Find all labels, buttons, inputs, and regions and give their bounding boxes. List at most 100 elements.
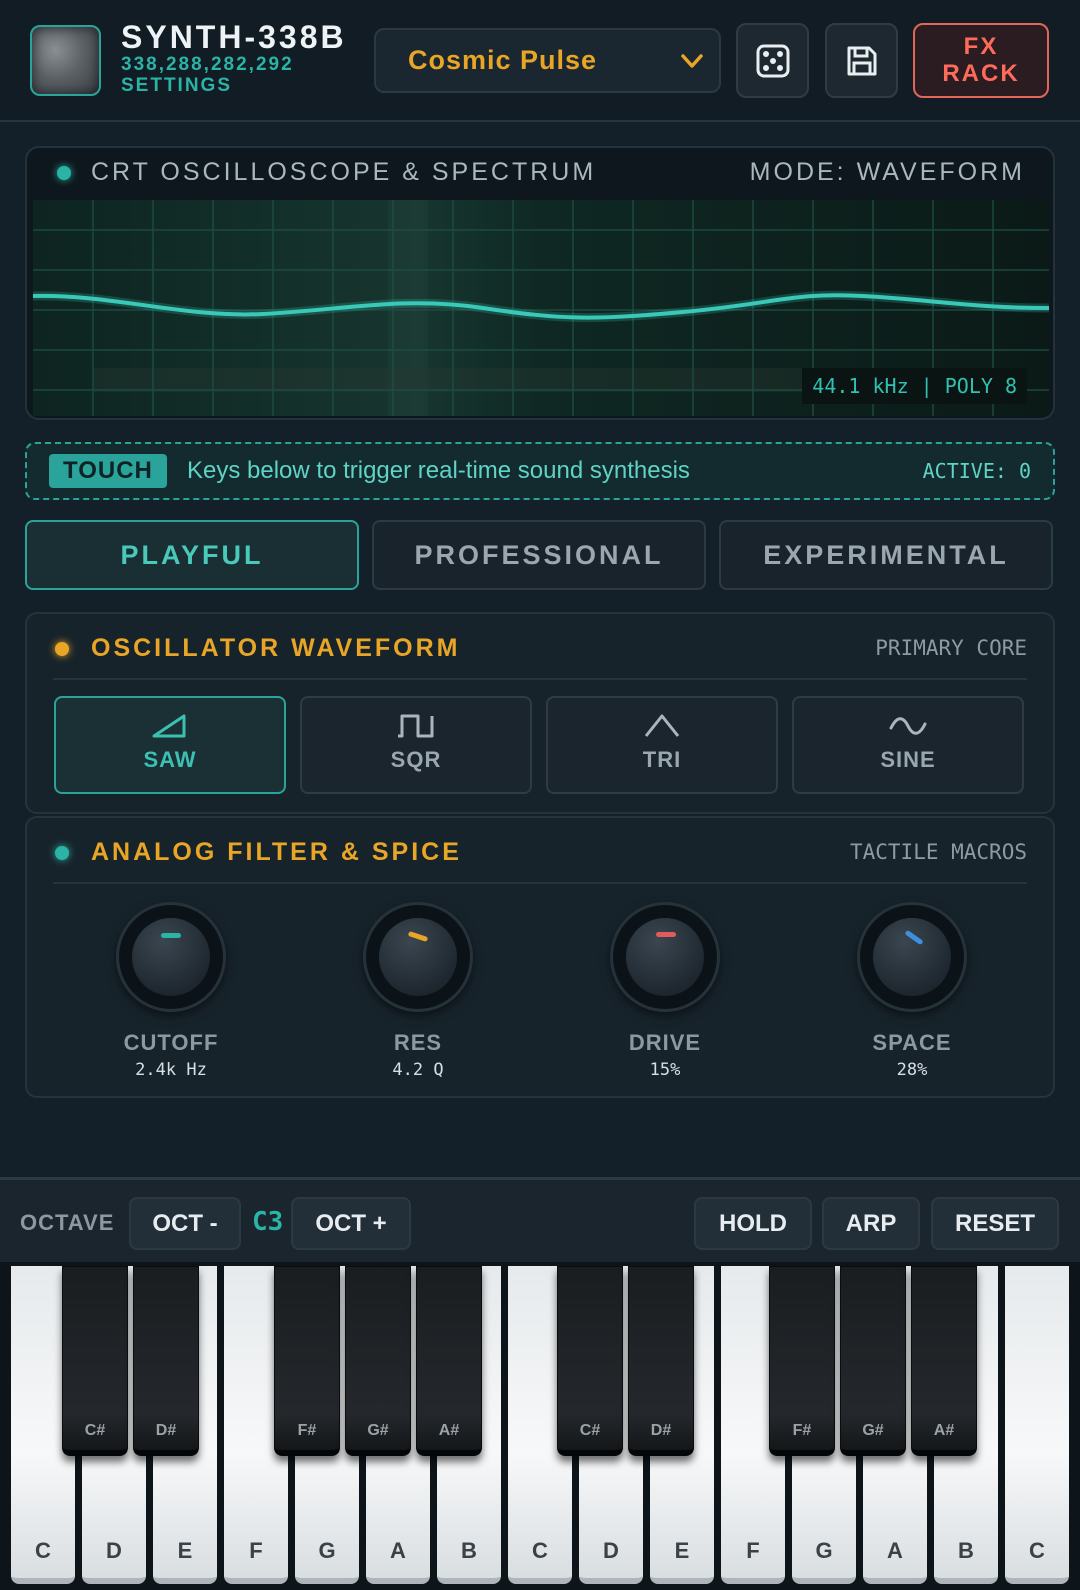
wave-triangle-button[interactable]: TRI bbox=[546, 696, 778, 794]
res-label: RES bbox=[393, 1030, 443, 1055]
key-label: G bbox=[318, 1538, 336, 1563]
key-label: E bbox=[674, 1538, 690, 1563]
top-bar: SYNTH-338B 338,288,282,292 SETTINGS Cosm… bbox=[0, 0, 1080, 122]
white-key[interactable]: C bbox=[1005, 1266, 1069, 1584]
cutoff-label: CUTOFF bbox=[123, 1030, 219, 1055]
fx-rack-label-line1: FX bbox=[963, 33, 999, 60]
space-value: 28% bbox=[896, 1060, 928, 1080]
wave-saw-button[interactable]: SAW bbox=[54, 696, 286, 794]
arp-button[interactable]: ARP bbox=[822, 1197, 920, 1250]
key-label: G# bbox=[367, 1422, 389, 1439]
key-label: F bbox=[249, 1538, 263, 1563]
oscilloscope-screen[interactable]: 44.1 kHz | POLY 8 bbox=[33, 200, 1049, 416]
key-label: C bbox=[532, 1538, 548, 1563]
key-label: G# bbox=[862, 1422, 884, 1439]
scope-mode-label[interactable]: MODE: WAVEFORM bbox=[750, 158, 1025, 187]
oscilloscope-panel: CRT OSCILLOSCOPE & SPECTRUM MODE: WAVEFO… bbox=[25, 146, 1055, 420]
key-label: E bbox=[177, 1538, 193, 1563]
key-label: F bbox=[746, 1538, 760, 1563]
knob-indicator bbox=[656, 932, 676, 937]
key-label: D# bbox=[155, 1422, 177, 1439]
key-label: G bbox=[815, 1538, 833, 1563]
sample-rate-readout: 44.1 kHz | POLY 8 bbox=[802, 368, 1027, 404]
octave-label: OCTAVE bbox=[20, 1210, 115, 1235]
key-label: A# bbox=[438, 1422, 460, 1439]
dice-icon bbox=[756, 44, 789, 77]
app-serial: 338,288,282,292 bbox=[121, 54, 294, 75]
oscillator-panel: OSCILLATOR WAVEFORM PRIMARY CORE SAW SQR… bbox=[25, 612, 1055, 814]
key-label: D bbox=[106, 1538, 122, 1563]
triangle-wave-icon bbox=[644, 714, 680, 737]
key-label: A# bbox=[933, 1422, 955, 1439]
black-key[interactable]: F# bbox=[769, 1266, 835, 1456]
wave-saw-label: SAW bbox=[143, 747, 197, 772]
key-label: F# bbox=[792, 1422, 812, 1439]
preset-select[interactable]: Cosmic Pulse bbox=[374, 28, 721, 93]
save-button[interactable] bbox=[825, 23, 898, 98]
brand-block: SYNTH-338B 338,288,282,292 SETTINGS bbox=[121, 20, 347, 96]
wave-sine-button[interactable]: SINE bbox=[792, 696, 1024, 794]
black-key[interactable]: D# bbox=[628, 1266, 694, 1456]
save-icon bbox=[847, 46, 876, 75]
fx-rack-button[interactable]: FX RACK bbox=[913, 23, 1049, 98]
hold-button[interactable]: HOLD bbox=[694, 1197, 812, 1250]
octave-up-button[interactable]: OCT + bbox=[291, 1197, 411, 1250]
preset-value: Cosmic Pulse bbox=[408, 45, 598, 75]
wave-square-label: SQR bbox=[390, 747, 442, 772]
settings-link[interactable]: SETTINGS bbox=[121, 75, 347, 96]
divider bbox=[53, 882, 1027, 884]
key-label: C bbox=[1029, 1538, 1045, 1563]
app-title: SYNTH-338B bbox=[121, 19, 347, 55]
cutoff-value: 2.4k Hz bbox=[135, 1060, 207, 1080]
drive-knob[interactable] bbox=[610, 902, 720, 1012]
black-key[interactable]: C# bbox=[557, 1266, 623, 1456]
tab-professional[interactable]: PROFESSIONAL bbox=[372, 520, 706, 590]
randomize-button[interactable] bbox=[736, 23, 809, 98]
oscillator-led bbox=[55, 642, 69, 656]
avatar[interactable] bbox=[30, 25, 101, 96]
octave-down-button[interactable]: OCT - bbox=[129, 1197, 241, 1250]
key-label: D bbox=[603, 1538, 619, 1563]
cutoff-knob[interactable] bbox=[116, 902, 226, 1012]
oscillator-tag: PRIMARY CORE bbox=[875, 636, 1027, 660]
sine-wave-icon bbox=[889, 717, 927, 735]
tab-playful[interactable]: PLAYFUL bbox=[25, 520, 359, 590]
space-label: SPACE bbox=[872, 1030, 952, 1055]
knob-indicator bbox=[161, 933, 181, 938]
filter-panel: ANALOG FILTER & SPICE TACTILE MACROS CUT… bbox=[25, 816, 1055, 1098]
status-led bbox=[57, 166, 71, 180]
keyboard-toolbar: OCTAVE OCT - C3 OCT + HOLD ARP RESET bbox=[0, 1177, 1080, 1262]
square-wave-icon bbox=[398, 714, 434, 738]
oscillator-title: OSCILLATOR WAVEFORM bbox=[91, 634, 461, 662]
drive-control: DRIVE 15% bbox=[565, 902, 765, 1080]
saw-wave-icon bbox=[152, 714, 186, 738]
touch-hint-banner: TOUCH Keys below to trigger real-time so… bbox=[25, 442, 1055, 500]
black-key[interactable]: C# bbox=[62, 1266, 128, 1456]
touch-badge: TOUCH bbox=[49, 454, 167, 488]
key-label: B bbox=[461, 1538, 477, 1563]
filter-led bbox=[55, 846, 69, 860]
reset-button[interactable]: RESET bbox=[931, 1197, 1059, 1250]
black-key[interactable]: G# bbox=[840, 1266, 906, 1456]
divider bbox=[53, 678, 1027, 680]
black-key[interactable]: A# bbox=[416, 1266, 482, 1456]
key-label: C# bbox=[579, 1422, 601, 1439]
wave-square-button[interactable]: SQR bbox=[300, 696, 532, 794]
key-label: A bbox=[390, 1538, 406, 1563]
space-knob[interactable] bbox=[857, 902, 967, 1012]
key-label: D# bbox=[650, 1422, 672, 1439]
black-key[interactable]: F# bbox=[274, 1266, 340, 1456]
black-key[interactable]: A# bbox=[911, 1266, 977, 1456]
space-control: SPACE 28% bbox=[812, 902, 1012, 1080]
res-control: RES 4.2 Q bbox=[318, 902, 518, 1080]
fx-rack-label-line2: RACK bbox=[942, 60, 1020, 87]
oscilloscope-title: CRT OSCILLOSCOPE & SPECTRUM bbox=[91, 158, 597, 186]
res-knob[interactable] bbox=[363, 902, 473, 1012]
touch-hint-text: Keys below to trigger real-time sound sy… bbox=[187, 457, 690, 484]
key-label: A bbox=[887, 1538, 903, 1563]
oscilloscope-header: CRT OSCILLOSCOPE & SPECTRUM MODE: WAVEFO… bbox=[27, 148, 1053, 198]
active-voices-counter: ACTIVE: 0 bbox=[922, 459, 1031, 483]
black-key[interactable]: G# bbox=[345, 1266, 411, 1456]
tab-experimental[interactable]: EXPERIMENTAL bbox=[719, 520, 1053, 590]
black-key[interactable]: D# bbox=[133, 1266, 199, 1456]
